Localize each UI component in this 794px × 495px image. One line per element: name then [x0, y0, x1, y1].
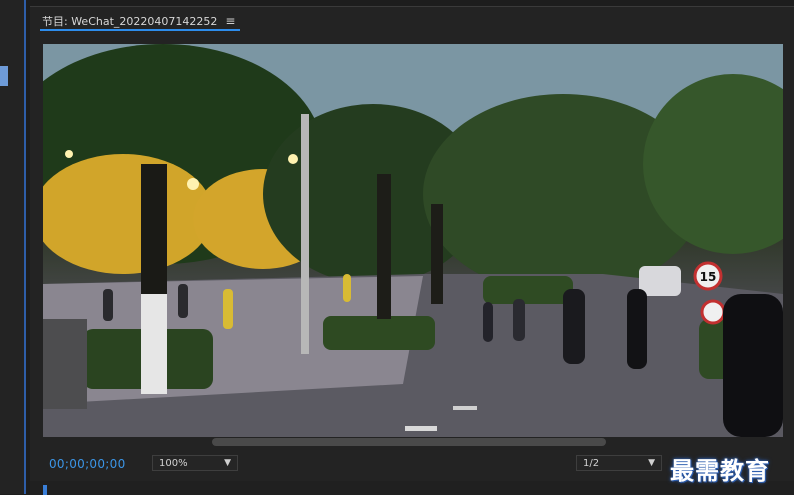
road-marking-2 — [453, 406, 477, 410]
left-panel-strip — [0, 0, 26, 494]
player-3 — [223, 289, 233, 329]
no-entry-sign — [700, 299, 726, 325]
playback-resolution-select[interactable]: 1/2 ▼ — [576, 455, 662, 471]
light-pole — [301, 114, 309, 354]
tree-trunk-2 — [377, 174, 391, 319]
trash-bin — [43, 319, 87, 409]
lamp-3 — [65, 150, 73, 158]
person-4 — [483, 302, 493, 342]
zoom-level-select[interactable]: 100% ▼ — [152, 455, 238, 471]
hedge-1 — [323, 316, 435, 350]
program-tab-label: 节目: WeChat_20220407142252 — [42, 15, 218, 28]
video-preview[interactable]: 15 — [43, 44, 783, 437]
person-2 — [627, 289, 647, 369]
video-frame-illustration: 15 — [43, 44, 783, 437]
viewer-horizontal-scrollbar[interactable] — [212, 438, 606, 446]
tree-trunk-3 — [431, 204, 443, 304]
person-3 — [513, 299, 525, 341]
chevron-down-icon: ▼ — [648, 458, 655, 468]
program-monitor-panel: 节目: WeChat_20220407142252 ≡ 15 00;00;00;… — [30, 6, 794, 495]
hedge-2 — [483, 276, 573, 304]
left-panel-marker — [0, 66, 8, 86]
road-marking-1 — [405, 426, 437, 431]
zoom-level-value: 100% — [159, 457, 188, 469]
person-foreground — [723, 294, 783, 437]
panel-tabbar: 节目: WeChat_20220407142252 ≡ — [30, 7, 794, 31]
lamp-1 — [187, 178, 199, 190]
player-2 — [178, 284, 188, 318]
chevron-down-icon: ▼ — [224, 458, 231, 468]
lamp-2 — [288, 154, 298, 164]
timecode-display[interactable]: 00;00;00;00 — [49, 457, 126, 471]
tree-trunk-1-paint — [141, 294, 167, 394]
speed-limit-sign-number: 15 — [700, 270, 717, 284]
player-4 — [343, 274, 351, 302]
hamburger-menu-icon[interactable]: ≡ — [225, 14, 235, 28]
person-1 — [563, 289, 585, 364]
player-1 — [103, 289, 113, 321]
program-tab[interactable]: 节目: WeChat_20220407142252 ≡ — [42, 11, 235, 31]
white-car — [639, 266, 681, 296]
watermark-text: 最需教育 — [670, 457, 770, 485]
active-tab-underline — [40, 29, 240, 31]
playback-resolution-value: 1/2 — [583, 457, 600, 469]
